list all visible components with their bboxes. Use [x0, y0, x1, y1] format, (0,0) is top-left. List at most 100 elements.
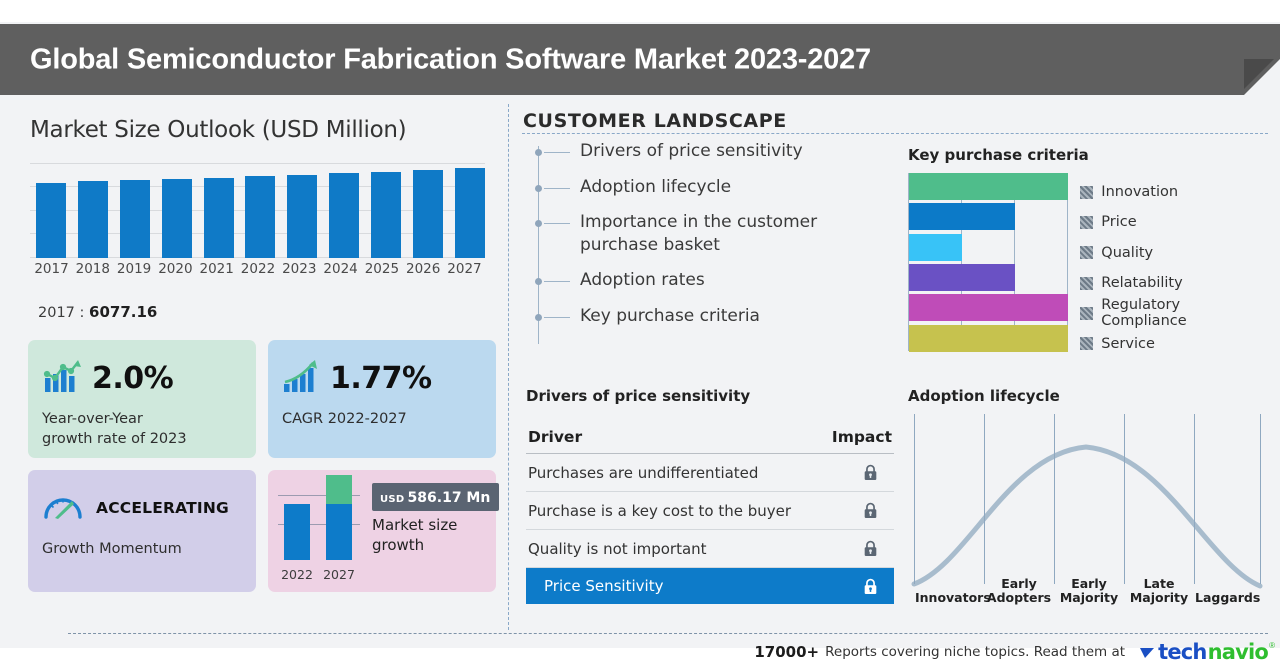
yoy-caption-line1: Year-over-Year	[42, 411, 143, 427]
key-purchase-criteria-panel: Key purchase criteria Innovation Price Qua…	[908, 146, 1268, 359]
lock-icon	[864, 502, 877, 518]
cagr-caption: CAGR 2022-2027	[282, 411, 407, 427]
vertical-divider	[508, 104, 509, 630]
x-label-2017: 2017	[34, 261, 69, 277]
landscape-item[interactable]: Adoption rates	[534, 269, 888, 292]
x-label-2025: 2025	[364, 261, 400, 277]
adoption-title: Adoption lifecycle	[908, 387, 1060, 405]
landscape-item[interactable]: Importance in the customer purchase bask…	[534, 211, 888, 256]
bullet-dot-icon	[534, 220, 542, 228]
bar-series	[36, 164, 485, 258]
corner-fold-decoration	[1244, 59, 1280, 95]
bar-2024	[329, 173, 360, 258]
customer-landscape-list: Drivers of price sensitivity Adoption lif…	[534, 140, 888, 344]
hatched-swatch-icon	[1080, 185, 1094, 199]
kpc-legend-item: Regulatory Compliance	[1080, 297, 1268, 330]
table-row[interactable]: Purchases are undifferentiated	[526, 454, 894, 492]
momentum-status: ACCELERATING	[96, 499, 229, 517]
adoption-gridline	[1260, 414, 1261, 584]
kpc-bar-regulatory-compliance	[909, 294, 1068, 322]
lock-icon	[864, 464, 877, 480]
market-size-section: Market Size Outlook (USD Million) 2017 20…	[0, 95, 508, 635]
report-count: 17000+	[754, 643, 820, 661]
connector-line	[544, 152, 570, 153]
bar-2022	[245, 176, 276, 258]
bar-2027	[454, 168, 485, 258]
mini-bar-2027	[326, 475, 352, 560]
bullet-dot-icon	[534, 314, 542, 322]
kpc-legend-item: Service	[1080, 328, 1268, 358]
bar-2023	[287, 175, 318, 258]
yoy-caption-line2: growth rate of 2023	[42, 430, 187, 447]
table-row[interactable]: Price Sensitivity	[526, 568, 894, 604]
x-label-2023: 2023	[282, 261, 317, 277]
table-row[interactable]: Quality is not important	[526, 530, 894, 568]
mini-xlabel-2022: 2022	[281, 567, 313, 582]
bar-chart-x-axis: 2017 2018 2019 2020 2021 2022 2023 2024 2025 2026…	[30, 261, 485, 277]
mini-xlabel-2027: 2027	[323, 567, 355, 582]
value-note-label: 2017 :	[38, 305, 85, 321]
landscape-item-label: Adoption lifecycle	[580, 176, 732, 197]
kpc-bar-relatability	[909, 263, 1015, 291]
adoption-stage-label: Early Adopters	[986, 575, 1052, 606]
hatched-swatch-icon	[1080, 306, 1094, 320]
landscape-item[interactable]: Key purchase criteria	[534, 305, 888, 328]
driver-label: Quality is not important	[528, 539, 707, 558]
bar-chart-growth-icon	[42, 358, 82, 399]
currency-label: USD	[380, 494, 405, 505]
lock-icon	[864, 578, 877, 594]
landscape-item-label: Importance in the customer purchase bask…	[580, 212, 818, 255]
cagr-value: 1.77%	[330, 360, 432, 396]
bar-2018	[77, 181, 108, 258]
drivers-of-price-sensitivity-panel: Drivers of price sensitivity Driver Impa…	[526, 387, 894, 604]
bar-2020	[161, 179, 192, 258]
growth-caption-line1: Market size	[372, 516, 458, 534]
bar-2021	[203, 178, 234, 258]
x-label-2018: 2018	[75, 261, 110, 277]
kpc-bar-price	[909, 203, 1015, 231]
growth-momentum-card: ACCELERATING Growth Momentum	[28, 470, 256, 592]
kpc-legend-item: Quality	[1080, 238, 1268, 268]
adoption-gridline	[1124, 414, 1125, 584]
connector-line	[544, 187, 570, 189]
kpc-legend-label: Regulatory Compliance	[1101, 297, 1187, 330]
x-label-2021: 2021	[199, 261, 234, 277]
customer-landscape-underline	[522, 133, 1268, 134]
value-note-number: 6077.16	[89, 303, 158, 321]
bullet-dot-icon	[534, 184, 542, 192]
bullet-dot-icon	[534, 278, 542, 286]
technavio-logo[interactable]: tech navio ®	[1139, 640, 1275, 664]
x-label-2022: 2022	[240, 261, 276, 277]
kpc-bar-service	[909, 324, 1068, 352]
adoption-gridline	[984, 414, 985, 584]
adoption-lifecycle-chart: Innovators Early Adopters Early Majority Late…	[908, 414, 1266, 606]
table-row[interactable]: Purchase is a key cost to the buyer	[526, 492, 894, 530]
hatched-swatch-icon	[1080, 337, 1094, 351]
logo-trademark: ®	[1269, 641, 1275, 650]
kpc-bar-quality	[909, 233, 962, 261]
x-label-2026: 2026	[405, 261, 441, 277]
landscape-item[interactable]: Adoption lifecycle	[534, 176, 888, 199]
footer-divider	[68, 633, 1268, 634]
mini-bar-2022	[284, 504, 310, 560]
hatched-swatch-icon	[1080, 215, 1094, 229]
adoption-lifecycle-panel: Adoption lifecycle Innovators Early Adopte…	[908, 387, 1268, 606]
ascending-bars-arrow-icon	[282, 358, 320, 399]
connector-line	[544, 281, 570, 283]
logo-text-tech: tech	[1158, 640, 1207, 664]
market-growth-bars-icon: 2022 2027	[278, 475, 370, 582]
adoption-stage-label: Innovators	[915, 590, 991, 606]
landscape-item-label: Adoption rates	[580, 270, 705, 291]
speedometer-icon	[42, 490, 86, 527]
adoption-gridline	[1194, 414, 1195, 584]
kpc-legend-label: Innovation	[1101, 184, 1179, 201]
kpc-legend-label: Price	[1101, 214, 1137, 231]
landscape-item-label: Drivers of price sensitivity	[580, 141, 803, 161]
yoy-value: 2.0%	[92, 360, 174, 396]
adoption-curve	[911, 444, 1263, 589]
landscape-item[interactable]: Drivers of price sensitivity	[534, 140, 888, 163]
logo-text-navio: navio	[1207, 640, 1269, 664]
x-label-2019: 2019	[116, 261, 152, 277]
customer-landscape-title: CUSTOMER LANDSCAPE	[523, 110, 787, 132]
market-size-growth-badge: USD 586.17 Mn	[372, 483, 500, 511]
